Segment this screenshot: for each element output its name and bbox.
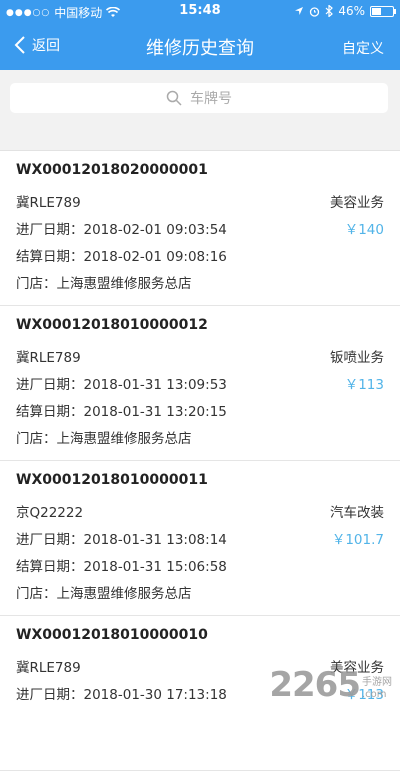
settle-date: 结算日期：2018-01-31 15:06:58 — [16, 555, 227, 575]
search-input[interactable]: 车牌号 — [10, 83, 388, 113]
order-number: WX00012018010000011 — [16, 472, 208, 488]
record-list: WX00012018020000001 冀RLE789 美容业务 进厂日期：20… — [0, 151, 400, 771]
business-type: 钣喷业务 — [330, 346, 384, 366]
store-name: 门店：上海惠盟维修服务总店 — [16, 582, 192, 602]
status-right: 46% — [294, 4, 394, 18]
battery-icon — [370, 6, 394, 17]
list-item[interactable]: WX00012018010000010 冀RLE789 美容业务 进厂日期：20… — [0, 616, 400, 771]
bluetooth-icon — [325, 5, 333, 17]
plate-number: 京Q22222 — [16, 501, 83, 521]
alarm-icon — [309, 6, 320, 17]
business-type: 美容业务 — [330, 656, 384, 676]
price: ￥113 — [345, 683, 384, 703]
list-item[interactable]: WX00012018010000012 冀RLE789 钣喷业务 进厂日期：20… — [0, 306, 400, 461]
order-number: WX00012018020000001 — [16, 162, 208, 178]
store-name: 门店：上海惠盟维修服务总店 — [16, 272, 192, 292]
price: ￥113 — [345, 373, 384, 393]
battery-fill — [372, 8, 381, 15]
business-type: 美容业务 — [330, 191, 384, 211]
plate-number: 冀RLE789 — [16, 191, 81, 211]
page-title: 维修历史查询 — [0, 34, 400, 60]
section-divider — [0, 126, 400, 151]
business-type: 汽车改装 — [330, 501, 384, 521]
battery-percent: 46% — [338, 4, 365, 18]
store-name: 门店：上海惠盟维修服务总店 — [16, 427, 192, 447]
plate-number: 冀RLE789 — [16, 656, 81, 676]
search-area: 车牌号 — [0, 70, 400, 126]
list-item[interactable]: WX00012018020000001 冀RLE789 美容业务 进厂日期：20… — [0, 151, 400, 306]
price: ￥101.7 — [332, 528, 384, 548]
settle-date: 结算日期：2018-02-01 09:08:16 — [16, 245, 227, 265]
status-bar: ●●●○○ 中国移动 15:48 46% — [0, 0, 400, 22]
plate-number: 冀RLE789 — [16, 346, 81, 366]
nav-bar: 返回 维修历史查询 自定义 — [0, 22, 400, 70]
entry-date: 进厂日期：2018-01-31 13:08:14 — [16, 528, 227, 548]
search-icon — [166, 90, 182, 106]
customize-button[interactable]: 自定义 — [342, 38, 384, 58]
search-placeholder: 车牌号 — [190, 88, 232, 108]
location-arrow-icon — [294, 6, 304, 16]
entry-date: 进厂日期：2018-02-01 09:03:54 — [16, 218, 227, 238]
entry-date: 进厂日期：2018-01-31 13:09:53 — [16, 373, 227, 393]
entry-date: 进厂日期：2018-01-30 17:13:18 — [16, 683, 227, 703]
price: ￥140 — [345, 218, 384, 238]
order-number: WX00012018010000010 — [16, 627, 208, 643]
list-item[interactable]: WX00012018010000011 京Q22222 汽车改装 进厂日期：20… — [0, 461, 400, 616]
order-number: WX00012018010000012 — [16, 317, 208, 333]
settle-date: 结算日期：2018-01-31 13:20:15 — [16, 400, 227, 420]
